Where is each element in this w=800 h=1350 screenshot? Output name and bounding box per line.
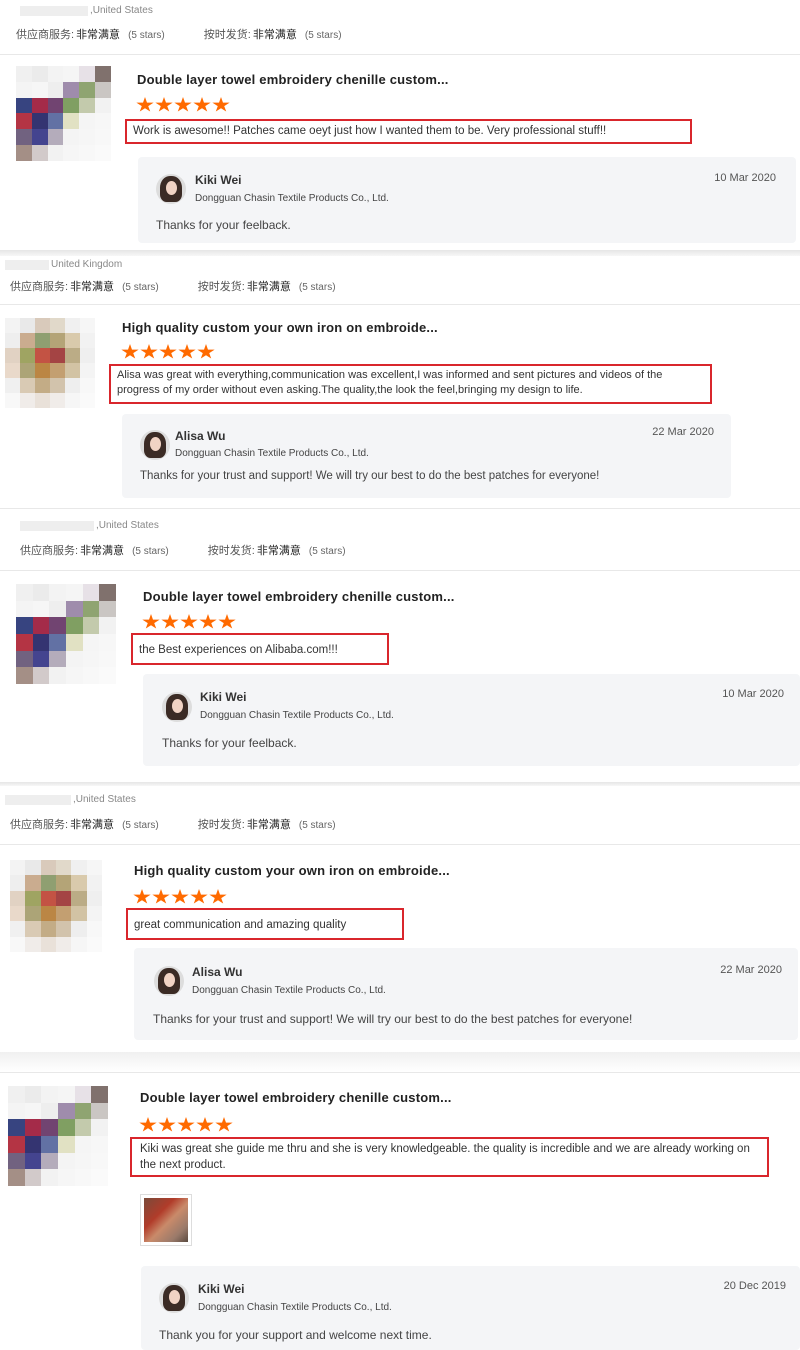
- review-card: ,United States 供应商服务: 非常满意 (5 stars) 按时发货:…: [0, 508, 800, 782]
- reply-author-name: Kiki Wei: [200, 690, 247, 704]
- product-title[interactable]: High quality custom your own iron on emb…: [134, 863, 450, 878]
- star-icon: [121, 344, 139, 359]
- star-icon: [142, 614, 160, 629]
- star-icon: [215, 1117, 233, 1132]
- review-comment: the Best experiences on Alibaba.com!!!: [131, 633, 389, 665]
- product-title[interactable]: Double layer towel embroidery chenille c…: [140, 1090, 452, 1105]
- rating-stars: [121, 344, 215, 360]
- review-comment: great communication and amazing quality: [126, 908, 404, 940]
- buyer-location: ,United States: [20, 5, 153, 16]
- supplier-reply: Kiki Wei Dongguan Chasin Textile Product…: [143, 674, 800, 766]
- reply-text: Thanks for your trust and support! We wi…: [153, 1012, 633, 1026]
- review-comment: Work is awesome!! Patches came oeyt just…: [125, 119, 692, 144]
- review-card: ,United States 供应商服务: 非常满意 (5 stars) 按时发货:…: [0, 0, 800, 250]
- reply-company[interactable]: Dongguan Chasin Textile Products Co., Lt…: [195, 193, 389, 204]
- reply-company[interactable]: Dongguan Chasin Textile Products Co., Lt…: [198, 1302, 392, 1313]
- star-icon: [197, 344, 215, 359]
- supplier-reply: Kiki Wei Dongguan Chasin Textile Product…: [138, 157, 796, 243]
- supplier-reply: Kiki Wei Dongguan Chasin Textile Product…: [141, 1266, 800, 1350]
- supplier-ratings: 供应商服务: 非常满意 (5 stars) 按时发货: 非常满意 (5 stars): [16, 29, 342, 41]
- reply-date: 20 Dec 2019: [723, 1280, 786, 1292]
- star-icon: [171, 889, 189, 904]
- rating-stars: [142, 614, 236, 630]
- reply-author-name: Alisa Wu: [175, 429, 226, 443]
- review-card: ,United States 供应商服务: 非常满意 (5 stars) 按时发货:…: [0, 786, 800, 1052]
- star-icon: [136, 97, 154, 112]
- rating-stars: [139, 1117, 233, 1133]
- reply-date: 10 Mar 2020: [714, 172, 776, 184]
- star-icon: [218, 614, 236, 629]
- star-icon: [199, 614, 217, 629]
- supplier-ratings: 供应商服务: 非常满意 (5 stars) 按时发货: 非常满意 (5 stars): [10, 281, 336, 293]
- product-thumbnail[interactable]: [10, 860, 102, 952]
- review-comment: Alisa was great with everything,communic…: [109, 364, 712, 404]
- star-icon: [161, 614, 179, 629]
- review-comment: Kiki was great she guide me thru and she…: [130, 1137, 769, 1177]
- avatar: [162, 692, 192, 722]
- divider: [0, 1052, 800, 1072]
- product-title[interactable]: Double layer towel embroidery chenille c…: [137, 72, 449, 87]
- reply-text: Thanks for your feelback.: [162, 736, 297, 750]
- star-icon: [159, 344, 177, 359]
- reply-company[interactable]: Dongguan Chasin Textile Products Co., Lt…: [192, 985, 386, 996]
- review-card: United Kingdom 供应商服务: 非常满意 (5 stars) 按时发货:…: [0, 256, 800, 508]
- avatar: [156, 174, 186, 204]
- star-icon: [190, 889, 208, 904]
- reply-author-name: Alisa Wu: [192, 965, 243, 979]
- star-icon: [152, 889, 170, 904]
- reply-date: 22 Mar 2020: [652, 426, 714, 438]
- buyer-location: United Kingdom: [5, 259, 122, 270]
- star-icon: [140, 344, 158, 359]
- star-icon: [196, 1117, 214, 1132]
- star-icon: [177, 1117, 195, 1132]
- star-icon: [209, 889, 227, 904]
- reply-text: Thanks for your feelback.: [156, 218, 291, 232]
- product-title[interactable]: Double layer towel embroidery chenille c…: [143, 589, 455, 604]
- avatar: [154, 966, 184, 996]
- avatar: [140, 430, 170, 460]
- buyer-location: ,United States: [5, 794, 136, 805]
- buyer-location: ,United States: [20, 520, 159, 531]
- review-photo[interactable]: [140, 1194, 192, 1246]
- supplier-reply: Alisa Wu Dongguan Chasin Textile Product…: [134, 948, 798, 1040]
- product-thumbnail[interactable]: [5, 318, 95, 408]
- reply-text: Thank you for your support and welcome n…: [159, 1328, 432, 1342]
- avatar: [159, 1283, 189, 1313]
- reply-author-name: Kiki Wei: [195, 173, 242, 187]
- review-card: Double layer towel embroidery chenille c…: [0, 1072, 800, 1350]
- star-icon: [155, 97, 173, 112]
- reply-date: 10 Mar 2020: [722, 688, 784, 700]
- reply-company[interactable]: Dongguan Chasin Textile Products Co., Lt…: [175, 448, 369, 459]
- star-icon: [193, 97, 211, 112]
- star-icon: [180, 614, 198, 629]
- star-icon: [212, 97, 230, 112]
- reply-company[interactable]: Dongguan Chasin Textile Products Co., Lt…: [200, 710, 394, 721]
- rating-stars: [136, 97, 230, 113]
- product-thumbnail[interactable]: [16, 584, 116, 684]
- star-icon: [178, 344, 196, 359]
- product-thumbnail[interactable]: [8, 1086, 108, 1186]
- reply-author-name: Kiki Wei: [198, 1282, 245, 1296]
- supplier-ratings: 供应商服务: 非常满意 (5 stars) 按时发货: 非常满意 (5 stars): [20, 545, 346, 557]
- product-thumbnail[interactable]: [16, 66, 111, 161]
- reply-text: Thanks for your trust and support! We wi…: [140, 470, 600, 482]
- star-icon: [174, 97, 192, 112]
- star-icon: [139, 1117, 157, 1132]
- reply-date: 22 Mar 2020: [720, 964, 782, 976]
- product-title[interactable]: High quality custom your own iron on emb…: [122, 320, 438, 335]
- star-icon: [158, 1117, 176, 1132]
- star-icon: [133, 889, 151, 904]
- rating-stars: [133, 889, 227, 905]
- supplier-reply: Alisa Wu Dongguan Chasin Textile Product…: [122, 414, 731, 498]
- supplier-ratings: 供应商服务: 非常满意 (5 stars) 按时发货: 非常满意 (5 stars): [10, 819, 336, 831]
